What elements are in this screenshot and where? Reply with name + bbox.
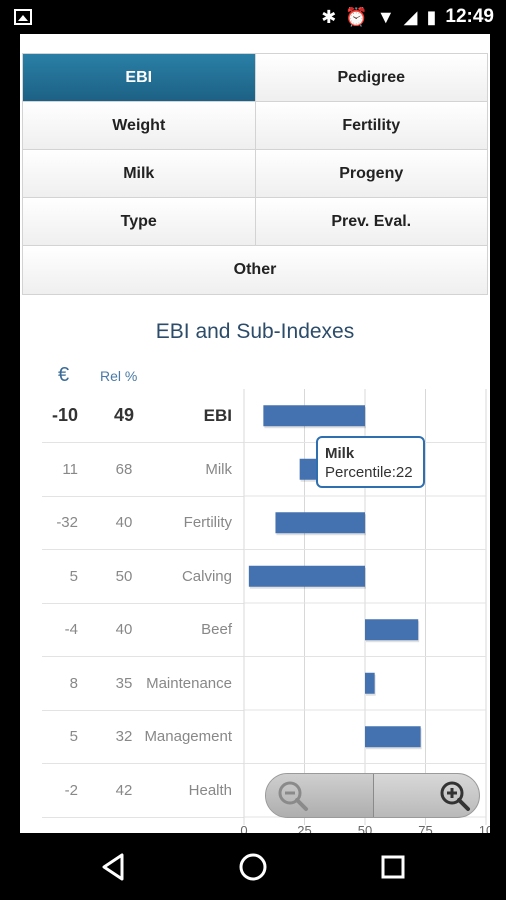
bar bbox=[365, 672, 375, 694]
zoom-control bbox=[265, 773, 480, 818]
image-notification-icon bbox=[14, 9, 32, 25]
bluetooth-icon: ✱ bbox=[321, 7, 337, 27]
tooltip-text: Percentile:22 bbox=[325, 464, 413, 481]
bar bbox=[248, 565, 365, 587]
back-icon[interactable] bbox=[96, 849, 132, 885]
zoom-in-icon[interactable] bbox=[437, 778, 473, 814]
main-content: EBI Pedigree Weight Fertility Milk Progeny Typ… bbox=[20, 34, 490, 833]
bar bbox=[365, 619, 419, 641]
bar bbox=[275, 512, 365, 534]
zoom-out-button[interactable] bbox=[266, 774, 374, 817]
x-tick-label: 25 bbox=[297, 823, 311, 833]
battery-icon: ▮ bbox=[426, 7, 437, 27]
wifi-icon: ▼ bbox=[376, 7, 395, 27]
x-tick-label: 50 bbox=[358, 823, 372, 833]
tooltip-title: Milk bbox=[325, 445, 355, 462]
alarm-icon: ⏰ bbox=[345, 7, 368, 27]
zoom-out-icon bbox=[278, 781, 308, 811]
x-tick-label: 0 bbox=[240, 823, 247, 833]
bar-chart: 0 25 50 75 10 bbox=[240, 389, 490, 833]
status-time: 12:49 bbox=[445, 6, 494, 27]
signal-icon: ◢ bbox=[403, 7, 418, 27]
status-bar: ✱ ⏰ ▼ ◢ ▮ 12:49 bbox=[0, 0, 506, 34]
x-tick-label: 10 bbox=[479, 823, 490, 833]
recents-icon[interactable] bbox=[375, 849, 411, 885]
x-tick-label: 75 bbox=[418, 823, 432, 833]
bar bbox=[263, 405, 365, 427]
home-icon[interactable] bbox=[235, 849, 271, 885]
chart-tooltip: Milk Percentile:22 bbox=[316, 436, 425, 488]
navigation-bar bbox=[0, 833, 506, 900]
bar bbox=[365, 726, 421, 748]
